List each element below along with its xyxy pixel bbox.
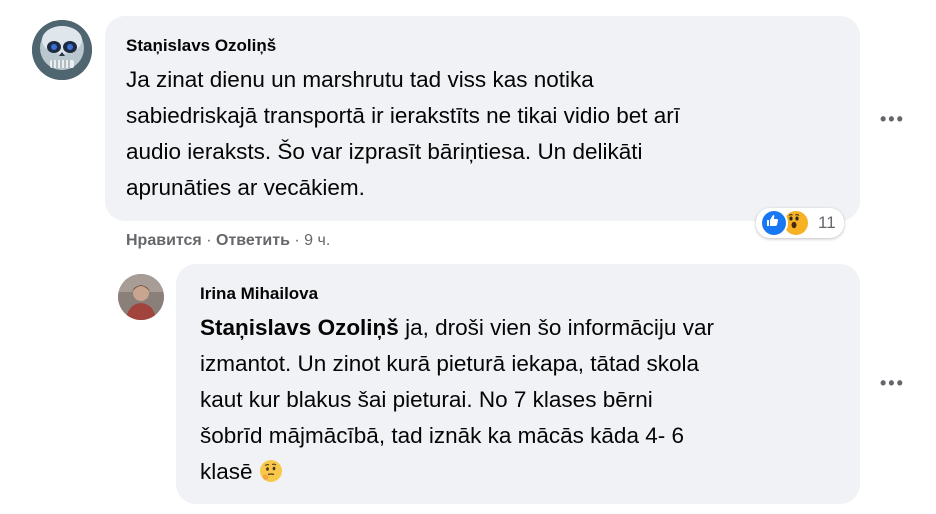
reaction-count: 11 [818,213,836,232]
reply-line: šobrīd mājmācībā, tad iznāk ka mācās kād… [200,423,684,448]
reply-more-options-icon[interactable]: ••• [880,373,905,394]
reply-text: Staņislavs Ozoliņš ja, droši vien šo inf… [200,310,850,494]
like-button[interactable]: Нравится [126,232,202,249]
comment-line: aprunāties ar vecākiem. [126,175,365,200]
reply-line: izmantot. Un zinot kurā pieturā iekapa, … [200,351,700,376]
mention-link[interactable]: Staņislavs Ozoliņš [200,315,399,340]
comment-timestamp[interactable]: 9 ч. [304,232,330,249]
reply-button[interactable]: Ответить [216,232,290,249]
avatar[interactable] [118,274,164,320]
comment-more-options-icon[interactable]: ••• [880,109,905,130]
reply-line: klasē [200,454,850,494]
reply-line: Staņislavs Ozoliņš ja, droši vien šo inf… [200,315,714,340]
skull-avatar-image [32,20,92,80]
reply-line: kaut kur blakus šai pieturai. No 7 klase… [200,387,653,412]
comment-actions: Нравится · Ответить · 9 ч. [126,232,330,250]
like-icon [760,209,788,237]
comment-line: Ja zinat dienu un marshrutu tad viss kas… [126,67,594,92]
comment-line: audio ieraksts. Šo var izprasīt bāriņtie… [126,139,643,164]
reactions-summary[interactable]: 11 [756,208,844,238]
separator: · [206,232,212,249]
avatar[interactable] [32,20,92,80]
reply-author[interactable]: Irina Mihailova [200,284,318,304]
comment-line: sabiedriskajā transportā ir ierakstīts n… [126,103,680,128]
separator: · [294,232,300,249]
comment-author[interactable]: Staņislavs Ozoliņš [126,36,276,56]
comment-text: Ja zinat dienu un marshrutu tad viss kas… [126,62,846,206]
profile-photo-image [118,274,164,320]
thinking-face-icon [259,458,283,494]
